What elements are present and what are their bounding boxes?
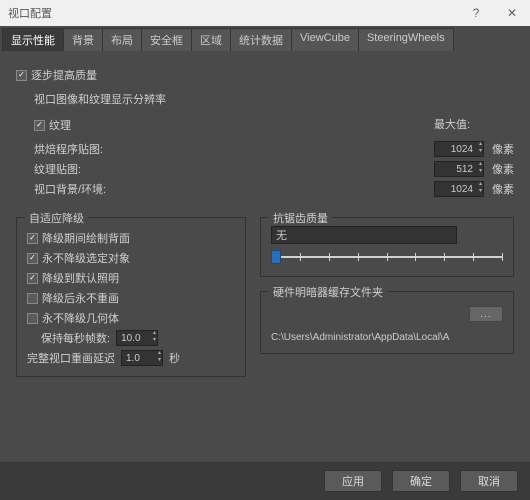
help-icon[interactable]: ? xyxy=(458,0,494,26)
progressive-quality-checkbox[interactable] xyxy=(16,70,27,81)
antialias-fieldset: 抗锯齿质量 无 xyxy=(260,217,514,277)
browse-button[interactable]: ... xyxy=(469,306,503,322)
resolution-section-title: 视口图像和纹理显示分辨率 xyxy=(34,91,514,107)
fps-label: 保持每秒帧数: xyxy=(41,330,110,346)
redraw-delay-spinner[interactable]: 1.0 xyxy=(121,350,163,366)
bg-env-unit: 像素 xyxy=(492,181,514,197)
cancel-button[interactable]: 取消 xyxy=(460,470,518,492)
tab-safeframe[interactable]: 安全框 xyxy=(141,28,192,51)
baked-maps-spinner[interactable]: 1024 xyxy=(434,141,484,157)
window-title: 视口配置 xyxy=(8,5,52,21)
cache-path: C:\Users\Administrator\AppData\Local\A xyxy=(271,332,503,343)
never-degrade-selected-checkbox[interactable] xyxy=(27,253,38,264)
tab-statistics[interactable]: 统计数据 xyxy=(230,28,292,51)
cache-fieldset: 硬件明暗器缓存文件夹 ... C:\Users\Administrator\Ap… xyxy=(260,291,514,354)
slider-thumb[interactable] xyxy=(271,250,281,264)
textures-label: 纹理 xyxy=(49,117,71,133)
content-pane: 逐步提高质量 视口图像和纹理显示分辨率 纹理 最大值: 烘焙程序贴图: 1024… xyxy=(0,51,530,389)
texture-maps-label: 纹理贴图: xyxy=(34,161,418,177)
adaptive-degradation-fieldset: 自适应降级 降级期间绘制背面 永不降级选定对象 降级到默认照明 降级后永不重画 … xyxy=(16,217,246,377)
apply-button[interactable]: 应用 xyxy=(324,470,382,492)
texture-maps-spinner[interactable]: 512 xyxy=(434,161,484,177)
antialias-slider[interactable] xyxy=(271,248,503,266)
baked-maps-label: 烘焙程序贴图: xyxy=(34,141,418,157)
progressive-quality-label: 逐步提高质量 xyxy=(31,67,97,83)
dialog-buttons: 应用 确定 取消 xyxy=(0,462,530,500)
never-redraw-after-checkbox[interactable] xyxy=(27,293,38,304)
tab-background[interactable]: 背景 xyxy=(63,28,103,51)
never-degrade-geometry-checkbox[interactable] xyxy=(27,313,38,324)
antialias-select[interactable]: 无 xyxy=(271,226,457,244)
ok-button[interactable]: 确定 xyxy=(392,470,450,492)
titlebar: 视口配置 ? ✕ xyxy=(0,0,530,26)
fps-spinner[interactable]: 10.0 xyxy=(116,330,158,346)
tab-viewcube[interactable]: ViewCube xyxy=(291,28,359,51)
redraw-delay-label: 完整视口重画延迟 xyxy=(27,350,115,366)
antialias-legend: 抗锯齿质量 xyxy=(269,210,332,226)
tab-region[interactable]: 区域 xyxy=(191,28,231,51)
tab-display-performance[interactable]: 显示性能 xyxy=(2,28,64,51)
textures-checkbox[interactable] xyxy=(34,120,45,131)
degrade-default-lighting-checkbox[interactable] xyxy=(27,273,38,284)
bg-env-spinner[interactable]: 1024 xyxy=(434,181,484,197)
redraw-delay-unit: 秒 xyxy=(169,350,180,366)
texture-maps-unit: 像素 xyxy=(492,161,514,177)
max-value-header: 最大值: xyxy=(434,116,484,132)
bg-env-label: 视口背景/环境: xyxy=(34,181,418,197)
tab-steeringwheels[interactable]: SteeringWheels xyxy=(358,28,454,51)
cache-legend: 硬件明暗器缓存文件夹 xyxy=(269,284,387,300)
close-icon[interactable]: ✕ xyxy=(494,0,530,26)
tab-layout[interactable]: 布局 xyxy=(102,28,142,51)
baked-maps-unit: 像素 xyxy=(492,141,514,157)
draw-backfaces-checkbox[interactable] xyxy=(27,233,38,244)
adaptive-legend: 自适应降级 xyxy=(25,210,88,226)
tab-bar: 显示性能 背景 布局 安全框 区域 统计数据 ViewCube Steering… xyxy=(0,26,530,51)
